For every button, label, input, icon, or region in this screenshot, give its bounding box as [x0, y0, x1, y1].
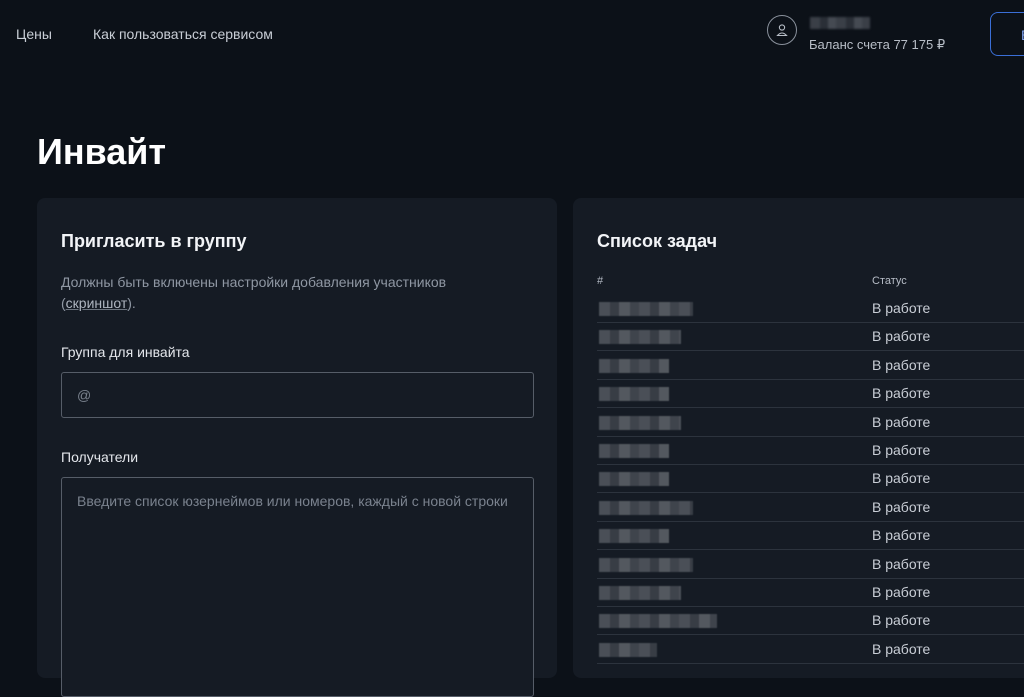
task-row[interactable]: В работе [597, 606, 1024, 636]
invite-hint: Должны быть включены настройки добавлени… [61, 272, 491, 314]
task-id-redacted [599, 472, 669, 487]
task-status: В работе [872, 356, 931, 373]
task-id-redacted [599, 614, 717, 629]
task-status: В работе [872, 612, 931, 629]
header-action-button[interactable]: В [990, 12, 1024, 56]
task-row[interactable]: В работе [597, 436, 1024, 465]
task-id-redacted [599, 358, 669, 373]
task-id-redacted [599, 642, 657, 657]
task-status: В работе [872, 555, 931, 572]
task-id-redacted [599, 302, 693, 316]
task-id-redacted [599, 330, 681, 345]
task-id-redacted [599, 529, 669, 544]
task-id-redacted [599, 586, 681, 600]
task-status: В работе [872, 584, 931, 600]
nav-link-prices[interactable]: Цены [16, 26, 52, 42]
task-id-redacted [599, 387, 669, 402]
invite-card: Пригласить в группу Должны быть включены… [37, 198, 557, 697]
task-status: В работе [872, 442, 931, 458]
task-status: В работе [872, 328, 931, 345]
task-status: В работе [872, 413, 931, 430]
recipients-field-label: Получатели [61, 449, 139, 465]
task-row[interactable]: В работе [597, 351, 1024, 380]
task-row[interactable]: В работе [597, 294, 1024, 323]
user-avatar-icon[interactable] [767, 15, 797, 45]
user-glyph-icon [776, 24, 788, 37]
task-status: В работе [872, 527, 931, 544]
task-status: В работе [872, 470, 931, 487]
nav-link-how-to-use[interactable]: Как пользоваться сервисом [93, 26, 273, 42]
group-field-label: Группа для инвайта [61, 344, 190, 360]
task-id-redacted [599, 415, 681, 430]
task-row[interactable]: В работе [597, 578, 1024, 607]
task-row[interactable]: В работе [597, 408, 1024, 437]
task-id-redacted [599, 444, 669, 458]
task-id-redacted [599, 500, 693, 515]
task-row[interactable]: В работе [597, 379, 1024, 409]
task-row[interactable]: В работе [597, 464, 1024, 494]
task-row[interactable]: В работе [597, 493, 1024, 522]
task-status: В работе [872, 385, 931, 402]
invite-card-title: Пригласить в группу [61, 231, 247, 251]
task-row[interactable]: В работе [597, 550, 1024, 579]
task-status: В работе [872, 498, 931, 515]
username-redacted [810, 17, 870, 29]
task-row[interactable]: В работе [597, 521, 1024, 551]
task-status: В работе [872, 300, 931, 316]
account-balance: Баланс счета 77 175 ₽ [809, 37, 946, 52]
column-header-number: # [597, 275, 604, 287]
tasks-card-title: Список задач [597, 231, 718, 251]
column-header-status: Статус [872, 275, 907, 287]
task-row[interactable]: В работе [597, 322, 1024, 352]
recipients-textarea[interactable] [61, 477, 534, 697]
screenshot-link[interactable]: скриншот [66, 295, 128, 311]
group-input[interactable] [61, 372, 534, 418]
task-row[interactable]: В работе [597, 635, 1024, 664]
tasks-card: Список задач # Статус В работе В работе В … [573, 198, 1024, 678]
page-title: Инвайт [37, 131, 167, 172]
invite-hint-end: ). [127, 295, 136, 311]
task-status: В работе [872, 640, 931, 657]
task-id-redacted [599, 557, 693, 572]
